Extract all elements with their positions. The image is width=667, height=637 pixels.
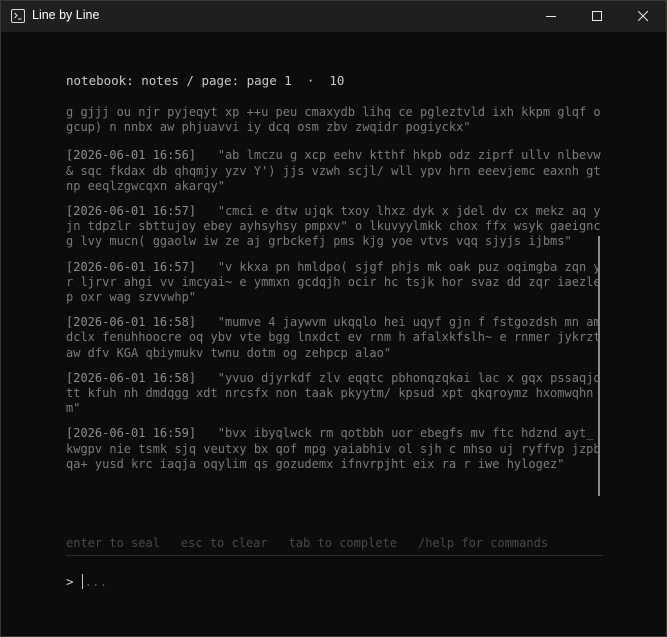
prompt-symbol: > bbox=[66, 574, 74, 589]
hint-seal: enter to seal bbox=[66, 536, 160, 550]
entry-input[interactable] bbox=[82, 574, 505, 589]
terminal-app-icon bbox=[11, 9, 25, 23]
minimize-button[interactable] bbox=[528, 1, 574, 32]
title-bar[interactable]: Line by Line bbox=[1, 1, 666, 32]
entry-timestamp: [2026-06-01 16:56] bbox=[66, 148, 197, 163]
divider bbox=[66, 555, 603, 556]
log-entry: g gjjj ou njr pyjeqyt xp ++u peu cmaxydb… bbox=[66, 105, 606, 135]
entry-timestamp: [2026-06-01 16:57] bbox=[66, 259, 197, 274]
entry-timestamp: [2026-06-01 16:59] bbox=[66, 426, 197, 441]
terminal-content: notebook: notes / page: page 1 · 10 g gj… bbox=[1, 32, 666, 636]
hint-help: /help for commands bbox=[418, 536, 549, 550]
log-entry: [2026-06-01 16:57] "cmci e dtw ujqk txoy… bbox=[66, 204, 606, 250]
entry-text: g gjjj ou njr pyjeqyt xp ++u peu cmaxydb… bbox=[66, 105, 601, 135]
hint-complete: tab to complete bbox=[288, 536, 397, 550]
close-button[interactable] bbox=[620, 1, 666, 32]
log-entry: [2026-06-01 16:56] "ab lmczu g xcp eehv … bbox=[66, 148, 606, 194]
log-entry: [2026-06-01 16:57] "v kkxa pn hmldpo( sj… bbox=[66, 260, 606, 306]
close-icon bbox=[638, 11, 648, 21]
entry-log[interactable]: g gjjj ou njr pyjeqyt xp ++u peu cmaxydb… bbox=[66, 105, 606, 482]
window-title: Line by Line bbox=[32, 8, 100, 22]
scrollbar-thumb[interactable] bbox=[598, 236, 600, 496]
log-entry: [2026-06-01 16:58] "yvuo djyrkdf zlv eqq… bbox=[66, 371, 606, 417]
log-entry: [2026-06-01 16:58] "mumve 4 jaywvm ukqql… bbox=[66, 315, 606, 361]
maximize-button[interactable] bbox=[574, 1, 620, 32]
prompt-row: > bbox=[66, 574, 505, 592]
app-window: Line by Line notebook: notes / page: pag… bbox=[0, 0, 667, 637]
maximize-icon bbox=[592, 11, 602, 21]
entry-timestamp: [2026-06-01 16:58] bbox=[66, 370, 197, 385]
entry-timestamp: [2026-06-01 16:58] bbox=[66, 315, 197, 330]
key-hints: enter to seal esc to clear tab to complete… bbox=[66, 536, 603, 550]
entry-timestamp: [2026-06-01 16:57] bbox=[66, 204, 197, 219]
breadcrumb: notebook: notes / page: page 1 · 10 bbox=[66, 73, 345, 88]
log-entry: [2026-06-01 16:59] "bvx ibyqlwck rm qotb… bbox=[66, 426, 606, 472]
hint-clear: esc to clear bbox=[180, 536, 268, 550]
minimize-icon bbox=[546, 16, 556, 17]
